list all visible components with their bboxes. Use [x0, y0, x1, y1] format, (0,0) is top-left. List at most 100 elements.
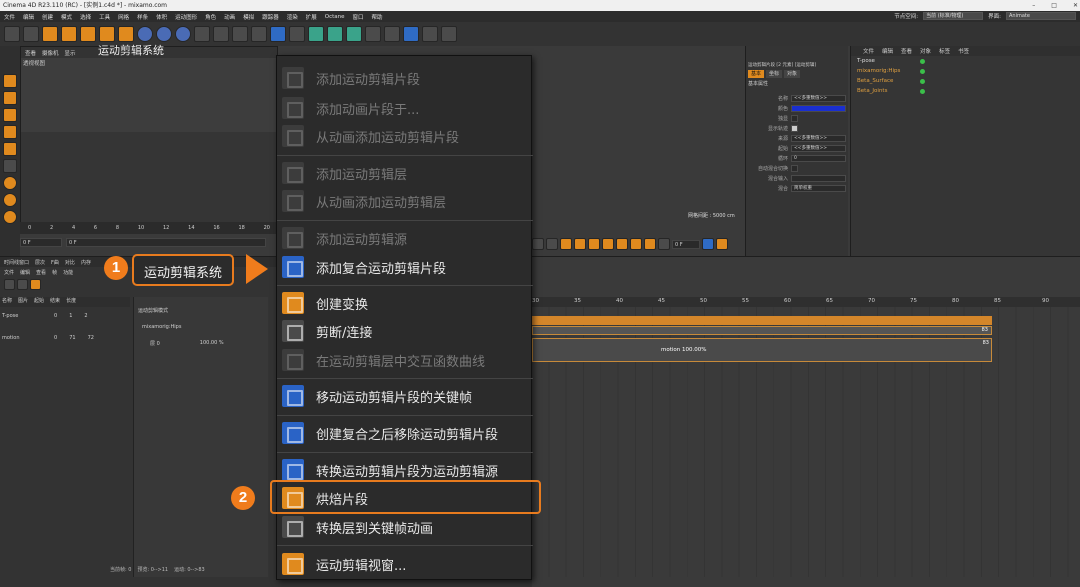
menu-octane[interactable]: Octane	[325, 14, 345, 20]
menu-item-create-transition[interactable]: 创建变换	[277, 289, 533, 317]
mo-menu-edit[interactable]: 编辑	[20, 269, 30, 276]
tpose-clip[interactable]: 83	[532, 326, 992, 335]
tab-coords[interactable]: 坐标	[766, 70, 783, 78]
step1-callout[interactable]: 运动剪辑系统	[132, 254, 234, 286]
snap-settings-icon[interactable]	[3, 193, 17, 207]
menu-item-layer-from-animation[interactable]: 从动画添加运动剪辑层	[277, 187, 533, 215]
pen-icon[interactable]	[289, 26, 305, 42]
om-menu-edit[interactable]: 编辑	[882, 47, 893, 55]
menu-volume[interactable]: 体积	[156, 13, 167, 21]
mo-menu-view[interactable]: 查看	[36, 269, 46, 276]
menu-render[interactable]: 渲染	[287, 13, 298, 21]
param-key-icon[interactable]	[644, 238, 656, 250]
y-axis-icon[interactable]	[156, 26, 172, 42]
play-icon[interactable]	[532, 238, 544, 250]
blend-field[interactable]	[791, 174, 846, 182]
om-menu-file[interactable]: 文件	[863, 47, 874, 55]
motion-system-icon[interactable]	[702, 238, 714, 250]
world-coords-icon[interactable]	[194, 26, 210, 42]
record-icon[interactable]	[560, 238, 572, 250]
object-row[interactable]: Beta_Joints	[851, 86, 1080, 96]
object-row[interactable]: T-pose	[851, 56, 1080, 66]
name-field[interactable]: <<多重数值>>	[791, 94, 846, 102]
color-swatch[interactable]	[791, 104, 846, 112]
menu-create[interactable]: 创建	[42, 13, 53, 21]
menu-help[interactable]: 帮助	[372, 13, 383, 21]
mix-select[interactable]: 简单权重	[791, 184, 846, 192]
keyframe-icon[interactable]	[588, 238, 600, 250]
undo-icon[interactable]	[4, 26, 20, 42]
points-mode-icon[interactable]	[3, 108, 17, 122]
model-mode-icon[interactable]	[3, 74, 17, 88]
z-axis-icon[interactable]	[175, 26, 191, 42]
menu-file[interactable]: 文件	[4, 13, 15, 21]
tab-timeline[interactable]: 时间线窗口	[4, 259, 29, 266]
menu-item-layer-to-keyframes[interactable]: 转换层到关键帧动画	[277, 513, 533, 541]
tab-memory[interactable]: 内存	[81, 259, 91, 266]
visibility-dot[interactable]	[920, 78, 925, 84]
render-settings-icon[interactable]	[251, 26, 267, 42]
tab-compare[interactable]: 对比	[65, 259, 75, 266]
menu-edit[interactable]: 编辑	[23, 13, 34, 21]
auto-blend-checkbox[interactable]	[791, 164, 798, 172]
autokey-icon[interactable]	[574, 238, 586, 250]
motion-clip-icon[interactable]	[30, 278, 41, 290]
rotation-key-icon[interactable]	[616, 238, 628, 250]
om-menu-view[interactable]: 查看	[901, 47, 912, 55]
layer-object[interactable]: mixamorig:Hips	[142, 324, 260, 330]
menu-item-clip-from-animation[interactable]: 从动画添加运动剪辑片段	[277, 122, 533, 150]
viewport-menu-display[interactable]: 显示	[65, 49, 76, 57]
menu-extensions[interactable]: 扩展	[306, 13, 317, 21]
menu-item-remove-after-compound[interactable]: 创建复合之后移除运动剪辑片段	[277, 419, 533, 447]
menu-spline[interactable]: 样条	[137, 13, 148, 21]
edges-mode-icon[interactable]	[3, 125, 17, 139]
menu-select[interactable]: 选择	[80, 13, 91, 21]
floor-icon[interactable]	[422, 26, 438, 42]
tab-layers[interactable]: 层次	[35, 259, 45, 266]
viewport-menu-view[interactable]: 查看	[25, 49, 36, 57]
visibility-dot[interactable]	[920, 58, 925, 64]
rotate-icon[interactable]	[99, 26, 115, 42]
menu-mode[interactable]: 模式	[61, 13, 72, 21]
mo-menu-frame[interactable]: 帧	[52, 269, 57, 276]
om-menu-bookmarks[interactable]: 书签	[958, 47, 969, 55]
object-row[interactable]: Beta_Surface	[851, 76, 1080, 86]
live-select-icon[interactable]	[42, 26, 58, 42]
redo-icon[interactable]	[23, 26, 39, 42]
mo-menu-file[interactable]: 文件	[4, 269, 14, 276]
om-menu-object[interactable]: 对象	[920, 47, 931, 55]
timeline-ruler[interactable]: 0 2 4 6 8 10 12 14 16 18 20	[20, 222, 278, 234]
field-icon[interactable]	[365, 26, 381, 42]
render-view-icon[interactable]	[213, 26, 229, 42]
subdivision-icon[interactable]	[308, 26, 324, 42]
menu-tracker[interactable]: 跟踪器	[262, 13, 279, 21]
deformer-icon[interactable]	[346, 26, 362, 42]
visibility-dot[interactable]	[920, 88, 925, 94]
om-menu-tags[interactable]: 标签	[939, 47, 950, 55]
motion-timeline[interactable]: 30 35 40 45 50 55 60 65 70 75 80 85 90	[532, 256, 1080, 587]
timeline-icon[interactable]	[716, 238, 728, 250]
viewport[interactable]: 查看 摄像机 显示 透视视图	[20, 46, 278, 222]
motion-layer-icon[interactable]	[17, 278, 28, 290]
scale-key-icon[interactable]	[630, 238, 642, 250]
layer-row[interactable]: 层 0 100.00 %	[150, 340, 252, 347]
camera-icon[interactable]	[403, 26, 419, 42]
node-space-select[interactable]: 当前 (标准/物理)	[923, 12, 984, 20]
cube-icon[interactable]	[270, 26, 286, 42]
menu-tools[interactable]: 工具	[99, 13, 110, 21]
snap-icon[interactable]	[3, 176, 17, 190]
start-frame-field[interactable]: 0 F	[20, 238, 62, 247]
menu-simulate[interactable]: 模拟	[243, 13, 254, 21]
light-icon[interactable]	[441, 26, 457, 42]
menu-item-motion-window[interactable]: 运动剪辑视窗...	[277, 550, 533, 578]
scale-icon[interactable]	[80, 26, 96, 42]
current-frame-field[interactable]: 0 F	[66, 238, 266, 247]
mo-menu-functions[interactable]: 功能	[63, 269, 73, 276]
show-track-checkbox[interactable]	[791, 124, 798, 132]
axis-mode-icon[interactable]	[3, 159, 17, 173]
motion-timeline-ruler[interactable]: 30 35 40 45 50 55 60 65 70 75 80 85 90	[532, 297, 1080, 307]
maximize-button[interactable]: □	[1051, 0, 1057, 11]
cloner-icon[interactable]	[327, 26, 343, 42]
workplane-icon[interactable]	[3, 210, 17, 224]
menu-mesh[interactable]: 网格	[118, 13, 129, 21]
